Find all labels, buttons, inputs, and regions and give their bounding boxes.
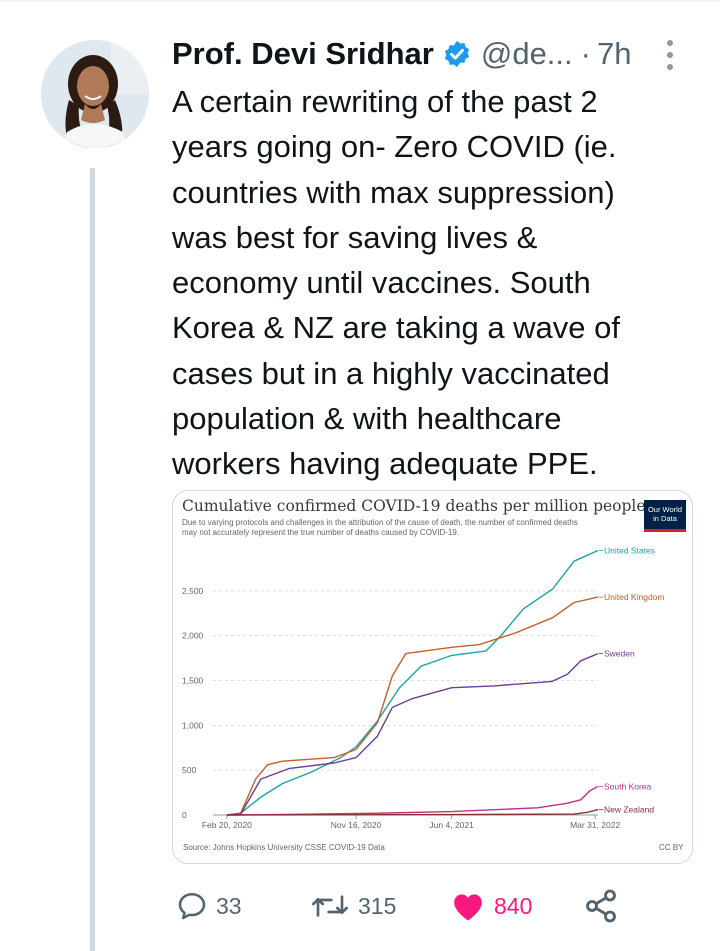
y-tick-label: 1,500 (182, 676, 204, 686)
tweet-text-line: years going on- Zero COVID (ie. (172, 129, 617, 165)
tweet-text-line: economy until vaccines. South (172, 265, 591, 301)
series-label: Sweden (604, 649, 635, 659)
x-tick-label: Jun 4, 2021 (429, 820, 474, 830)
y-tick-label: 2,500 (182, 586, 204, 596)
avatar[interactable] (41, 40, 149, 148)
tweet-text-line: Korea & NZ are taking a wave of (172, 310, 621, 346)
tweet-header: Prof. Devi Sridhar @de... · 7h (172, 30, 692, 78)
meta-separator: · (580, 36, 591, 71)
avatar-photo (41, 40, 149, 148)
speech-bubble-icon (178, 893, 206, 920)
x-tick-label: Feb 20, 2020 (202, 820, 252, 830)
x-tick-label: Nov 16, 2020 (331, 820, 382, 830)
tweet-text-line: A certain rewriting of the past 2 (172, 84, 598, 119)
series-line (226, 785, 599, 816)
retweet-count: 315 (358, 892, 397, 919)
y-tick-label: 500 (182, 765, 196, 775)
y-tick-label: 2,000 (182, 631, 204, 641)
tweet-text-line: population & with healthcare (172, 401, 562, 437)
series-label: United States (604, 545, 655, 555)
chart-source: Source: Johns Hopkins University CSSE CO… (183, 843, 385, 852)
heart-icon (454, 894, 482, 921)
tweet-text: A certain rewriting of the past 2 years … (172, 79, 692, 487)
y-tick-label: 1,000 (182, 720, 204, 730)
retweet-arrows-icon (312, 895, 348, 917)
series-label: New Zealand (604, 805, 654, 815)
x-tick-label: Mar 31, 2022 (570, 820, 620, 830)
series-line (226, 652, 599, 816)
chart-image[interactable]: Cumulative confirmed COVID-19 deaths per… (172, 490, 693, 864)
author-name[interactable]: Prof. Devi Sridhar (172, 36, 434, 72)
share-icon (586, 889, 616, 923)
reply-button[interactable]: 33 (176, 885, 242, 927)
series-line (226, 596, 599, 816)
top-divider (0, 0, 720, 2)
timestamp[interactable]: 7h (597, 36, 631, 72)
like-button[interactable]: 840 (450, 885, 532, 927)
verified-badge-icon (444, 40, 469, 68)
author-handle[interactable]: @de... (481, 36, 573, 72)
y-tick-label: 0 (182, 810, 187, 820)
tweet-text-line: cases but in a highly vaccinated (172, 355, 610, 391)
like-count: 840 (494, 892, 533, 919)
tweet-text-line: countries with max suppression) (172, 174, 615, 210)
retweet-button[interactable]: 315 (310, 885, 396, 927)
chart-license: CC BY (659, 843, 684, 852)
thread-line (90, 168, 95, 951)
share-button[interactable] (583, 885, 619, 927)
series-label: United Kingdom (604, 592, 664, 602)
more-options-icon[interactable] (662, 38, 678, 72)
tweet-text-line: workers having adequate PPE. (172, 446, 598, 482)
reply-count: 33 (216, 892, 242, 919)
series-label: South Korea (604, 781, 652, 791)
tweet-text-line: was best for saving lives & (172, 219, 538, 255)
line-chart: 0 500 1,000 1,500 2,000 2,500 Feb 20, 2020 Nov … (182, 545, 664, 830)
